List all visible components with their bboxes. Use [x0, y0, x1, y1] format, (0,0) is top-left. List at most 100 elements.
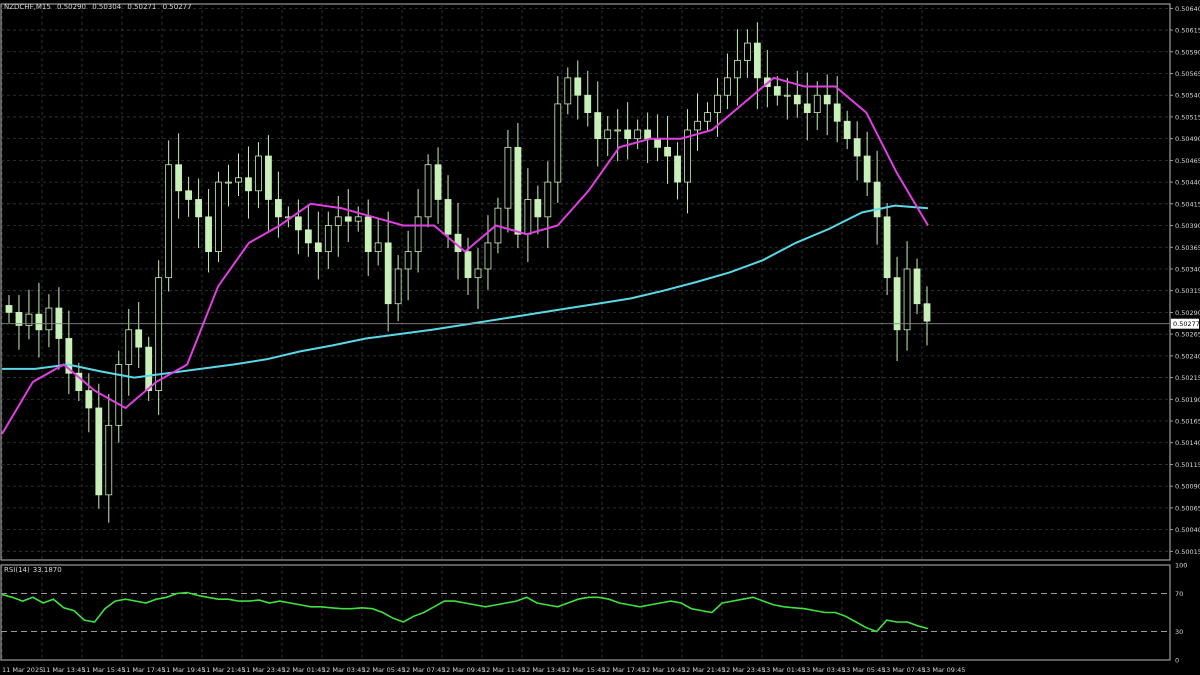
candle-body — [185, 190, 192, 200]
rsi-grid — [0, 564, 1171, 661]
candle-body — [95, 407, 103, 496]
candle-body — [664, 146, 671, 157]
candle-body — [823, 94, 831, 105]
candle-body — [594, 112, 602, 140]
candle-body — [913, 268, 921, 305]
time-tick-label: 13 Mar 05:45 — [842, 666, 885, 674]
candle-body — [724, 77, 731, 96]
time-tick-label: 13 Mar 01:45 — [762, 666, 805, 674]
candle-body — [474, 268, 482, 279]
price-tick-label: 0.50265 — [1175, 331, 1200, 339]
candle-body — [125, 329, 133, 365]
main-frame — [0, 3, 1171, 561]
slow-moving-average-line — [2, 204, 929, 379]
candle-body — [524, 199, 532, 235]
candle-body — [195, 199, 202, 218]
time-tick-label: 11 Mar 2025 — [2, 666, 43, 674]
price-tick-label: 0.50640 — [1175, 5, 1200, 13]
candle-body — [843, 120, 851, 140]
candle-body — [514, 146, 522, 235]
price-tick-label: 0.50515 — [1175, 113, 1200, 121]
candle-body — [574, 77, 582, 96]
candle-body — [813, 94, 821, 113]
candle-body — [215, 181, 222, 252]
candle-body — [923, 303, 931, 322]
candle-body — [793, 94, 801, 105]
time-tick-label: 12 Mar 01:45 — [282, 666, 325, 674]
time-tick-label: 12 Mar 21:45 — [682, 666, 725, 674]
price-tick-label: 0.50090 — [1175, 483, 1200, 491]
candle-body — [734, 60, 741, 79]
price-tick-label: 0.50165 — [1175, 418, 1200, 426]
candle-body — [504, 146, 512, 209]
candle-body — [55, 307, 63, 339]
time-tick-label: 12 Mar 19:45 — [642, 666, 685, 674]
candle-body — [255, 155, 262, 192]
price-tick-label: 0.50065 — [1175, 504, 1200, 512]
candle-body — [5, 305, 13, 313]
time-tick-label: 11 Mar 23:45 — [242, 666, 285, 674]
time-tick-label: 12 Mar 07:45 — [402, 666, 445, 674]
candle-body — [225, 181, 232, 184]
candle-body — [85, 390, 93, 409]
price-tick-label: 0.50490 — [1175, 135, 1200, 143]
candle-body — [544, 181, 552, 218]
candle-body — [903, 268, 911, 331]
price-tick-label: 0.50465 — [1175, 157, 1200, 165]
candle-body — [484, 242, 492, 270]
rsi-tick-label: 30 — [1175, 628, 1183, 636]
price-tick-label: 0.50540 — [1175, 92, 1200, 100]
candle-body — [604, 129, 612, 140]
candle-body — [135, 329, 143, 348]
price-tick-label: 0.50590 — [1175, 48, 1200, 56]
time-tick-label: 11 Mar 17:45 — [122, 666, 165, 674]
candle-body — [564, 77, 572, 105]
candle-body — [634, 129, 642, 140]
price-tick-label: 0.50615 — [1175, 27, 1200, 35]
time-tick-label: 12 Mar 03:45 — [322, 666, 365, 674]
time-tick-label: 11 Mar 15:45 — [82, 666, 125, 674]
price-tick-label: 0.50290 — [1175, 309, 1200, 317]
rsi-value: 33.1870 — [32, 566, 62, 574]
rsi-frame — [0, 564, 1171, 661]
time-tick-label: 12 Mar 23:45 — [722, 666, 765, 674]
candle-body — [853, 138, 861, 157]
price-axis: 0.50640 0.50615 0.50590 0.50565 0.50540 0.505… — [1170, 5, 1200, 556]
price-tick-label: 0.50390 — [1175, 222, 1200, 230]
rsi-axis: 100 70 30 0 — [1, 562, 1187, 665]
price-chart[interactable]: 0.50640 0.50615 0.50590 0.50565 0.50540 0.505… — [0, 0, 1200, 675]
candle-body — [404, 251, 412, 270]
time-tick-label: 12 Mar 05:45 — [362, 666, 405, 674]
low-value: 0.50271 — [127, 3, 157, 11]
price-tick-label: 0.50315 — [1175, 287, 1200, 295]
candle-body — [394, 268, 402, 305]
time-tick-label: 12 Mar 11:45 — [482, 666, 525, 674]
candle-body — [434, 164, 442, 200]
candle-body — [694, 120, 701, 131]
candlestick-series — [5, 22, 931, 523]
candle-body — [265, 155, 272, 200]
candle-body — [334, 216, 342, 226]
candle-body — [45, 307, 53, 331]
price-tick-label: 0.50015 — [1175, 548, 1200, 556]
price-tick-label: 0.50040 — [1175, 526, 1200, 534]
candle-body — [654, 138, 661, 148]
time-axis: 11 Mar 202511 Mar 13:4511 Mar 15:4511 Ma… — [2, 666, 965, 674]
price-tick-label: 0.50215 — [1175, 374, 1200, 382]
rsi-info-label: RSI(14) 33.1870 — [4, 566, 65, 574]
time-tick-label: 11 Mar 13:45 — [42, 666, 85, 674]
price-tick-label: 0.50365 — [1175, 244, 1200, 252]
chart-info-bar: NZDCHF,M15 0.50290 0.50304 0.50271 0.502… — [4, 3, 196, 11]
rsi-name: RSI(14) — [4, 566, 30, 574]
symbol-label: NZDCHF,M15 — [4, 3, 51, 11]
candle-body — [744, 42, 751, 61]
candle-body — [614, 129, 622, 132]
candle-body — [304, 229, 312, 244]
main-grid — [0, 3, 1171, 561]
candle-body — [803, 103, 811, 113]
time-tick-label: 11 Mar 21:45 — [202, 666, 245, 674]
candle-body — [873, 181, 881, 218]
price-tick-label: 0.50190 — [1175, 396, 1200, 404]
candle-body — [444, 199, 452, 235]
rsi-tick-label: 0 — [1175, 657, 1179, 665]
